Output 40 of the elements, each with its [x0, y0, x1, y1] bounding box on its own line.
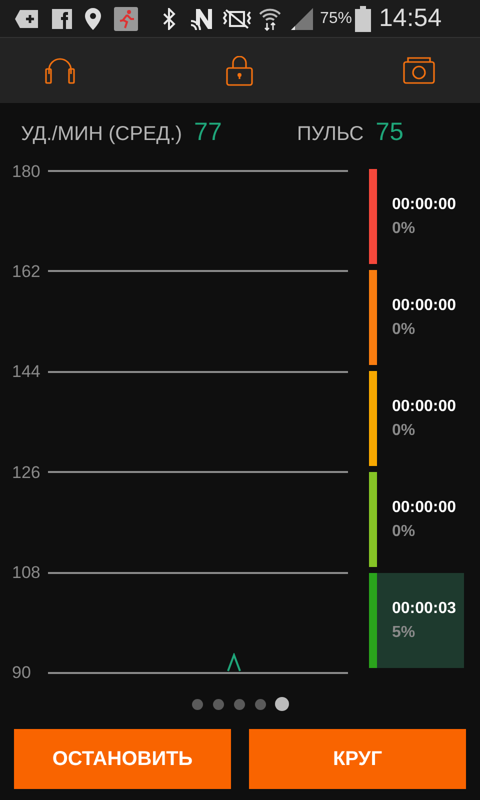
axis-label: 108: [11, 564, 42, 582]
zone-panel[interactable]: 00:00:00 0%: [369, 371, 464, 466]
zone-time: 00:00:00: [392, 500, 456, 516]
vibrate-mute-icon: [222, 8, 252, 30]
zone-time: 00:00:00: [392, 196, 456, 212]
runner-app-icon: [114, 6, 138, 30]
zone-percent: 0%: [392, 524, 416, 540]
zone-panel[interactable]: 00:00:00 0%: [369, 472, 464, 567]
bluetooth-icon: [162, 8, 176, 30]
axis-label: 162: [11, 262, 42, 280]
zone-time: 00:00:00: [392, 298, 456, 314]
location-pin-icon: [84, 6, 102, 30]
zone-percent: 5%: [392, 624, 416, 640]
stat-label: УД./МИН (СРЕД.): [21, 122, 182, 147]
zone-time: 00:00:00: [392, 398, 456, 414]
nfc-icon: [190, 6, 214, 30]
axis-label: 90: [11, 664, 32, 682]
axis-label: 126: [11, 464, 42, 481]
clock: 14:54: [379, 2, 442, 34]
zone-percent: 0%: [392, 220, 416, 236]
camera-icon[interactable]: [403, 57, 435, 84]
zone-panel[interactable]: 00:00:00 0%: [369, 270, 464, 365]
stat-value: 75: [376, 116, 404, 148]
pulse-trace: [226, 653, 242, 672]
battery-icon: [355, 6, 372, 32]
headphones-icon[interactable]: [45, 58, 75, 84]
axis-label: 180: [11, 162, 42, 180]
zone-panel[interactable]: 00:00:00 0%: [369, 169, 464, 264]
facebook-icon: [52, 8, 72, 28]
lock-icon[interactable]: [226, 56, 252, 86]
zone-time: 00:00:03: [392, 600, 456, 616]
zone-panel[interactable]: 00:00:03 5%: [369, 573, 464, 668]
axis-label: 144: [11, 363, 42, 380]
stat-label: ПУЛЬС: [297, 122, 364, 147]
signal-icon: [290, 6, 314, 30]
battery-percent: 75%: [320, 8, 352, 28]
add-icon: [14, 8, 40, 30]
stat-value: 77: [194, 116, 222, 148]
zone-percent: 0%: [392, 322, 416, 338]
zone-percent: 0%: [392, 422, 416, 438]
